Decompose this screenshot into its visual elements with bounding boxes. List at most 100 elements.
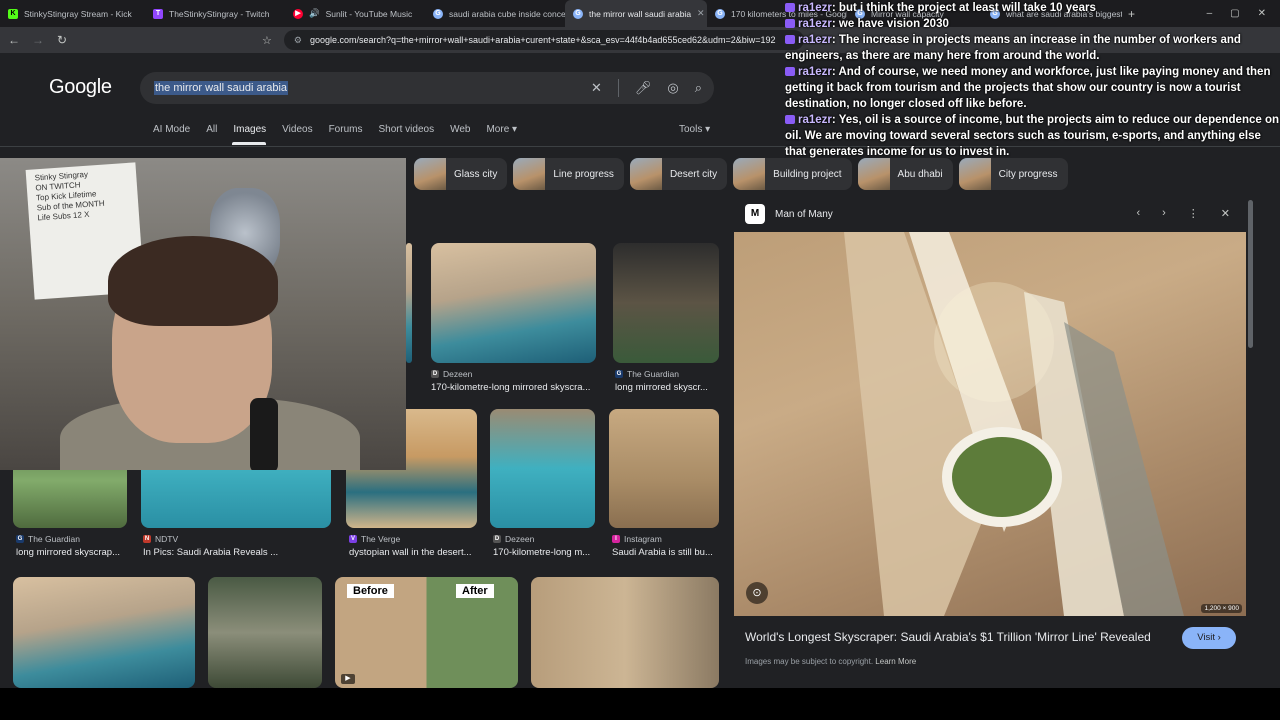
microphone-icon[interactable]: 🎤︎ [635, 80, 652, 96]
tab-twitch[interactable]: T TheStinkyStingray - Twitch [145, 0, 285, 27]
image-result-dezeen-2[interactable] [490, 409, 595, 528]
tab-label: TheStinkyStingray - Twitch [169, 8, 270, 19]
google-icon: G [573, 8, 583, 19]
image-result-row3-1[interactable] [13, 577, 195, 688]
visit-button[interactable]: Visit › [1182, 627, 1236, 649]
tab-label: saudi arabia cube inside concept [449, 8, 565, 19]
tab-kick[interactable]: K StinkyStingray Stream - Kick [0, 0, 145, 27]
result-caption[interactable]: long mirrored skyscr... [615, 382, 719, 393]
google-icon: G [433, 8, 443, 19]
instagram-icon: I [612, 535, 620, 543]
clear-icon[interactable]: ✕ [591, 80, 602, 96]
chat-text: : And of course, we need money and workf… [785, 66, 1271, 110]
result-source: V The Verge [349, 534, 401, 544]
chat-text: : we have vision 2030 [831, 18, 949, 30]
panel-scrollbar[interactable] [1248, 200, 1253, 348]
google-icon: G [715, 8, 725, 19]
search-query[interactable]: the mirror wall saudi arabia [154, 81, 289, 95]
chat-text: : The increase in projects means an incr… [785, 34, 1241, 62]
image-result-row3-2[interactable] [208, 577, 322, 688]
tab-label: Sunlit - YouTube Music [325, 8, 413, 19]
panel-source[interactable]: Man of Many [775, 209, 833, 220]
result-caption[interactable]: 170-kilometre-long mirrored skyscra... [431, 382, 596, 393]
chip-thumbnail [414, 158, 446, 190]
image-result-row3-4[interactable] [531, 577, 719, 688]
result-source: N NDTV [143, 534, 179, 544]
chat-overlay: ra1ezr: but i think the project at least… [785, 0, 1280, 160]
chat-username: ra1ezr [798, 114, 832, 126]
close-icon[interactable]: ✕ [1221, 207, 1230, 220]
panel-header: M Man of Many ‹ › ⋮ ✕ [734, 198, 1258, 230]
sub-badge-icon [785, 67, 795, 76]
tab-all[interactable]: All [206, 124, 217, 135]
twitch-icon: T [153, 8, 163, 19]
search-icon[interactable]: ⌕ [695, 80, 702, 96]
lens-icon[interactable]: ◎ [667, 80, 678, 96]
chip-city-progress[interactable]: City progress [958, 158, 1068, 190]
video-play-icon: ▶ [341, 674, 355, 684]
chat-message: ra1ezr: but i think the project at least… [785, 0, 1280, 16]
chat-message: ra1ezr: The increase in projects means a… [785, 32, 1280, 64]
result-source: G The Guardian [16, 534, 80, 544]
learn-more-link[interactable]: Learn More [875, 657, 916, 666]
chip-abu-dhabi[interactable]: Abu dhabi [857, 158, 953, 190]
image-result-before-after[interactable]: Before After ▶ [335, 577, 518, 688]
address-bar[interactable]: ⚙ google.com/search?q=the+mirror+wall+sa… [283, 30, 804, 50]
close-tab-icon[interactable]: ✕ [697, 8, 705, 19]
image-result-guardian[interactable] [613, 243, 719, 363]
tab-more[interactable]: More ▾ [486, 124, 517, 135]
image-result-dezeen[interactable] [431, 243, 596, 363]
sub-badge-icon [785, 35, 795, 44]
image-result-partial[interactable] [406, 243, 412, 363]
result-caption[interactable]: In Pics: Saudi Arabia Reveals ... [143, 547, 331, 558]
result-caption[interactable]: long mirrored skyscrap... [16, 547, 128, 558]
mirror-line-render [844, 232, 1184, 616]
tab-images[interactable]: Images [233, 124, 266, 135]
sub-badge-icon [785, 115, 795, 124]
image-preview-panel: M Man of Many ‹ › ⋮ ✕ ⊙ 1,200 × 900 Worl [734, 198, 1258, 678]
google-logo[interactable]: Google [49, 76, 112, 99]
bookmark-icon[interactable]: ☆ [262, 34, 272, 47]
chevron-left-icon[interactable]: ‹ [1136, 207, 1140, 220]
result-source: G The Guardian [615, 369, 679, 379]
site-info-icon[interactable]: ⚙ [294, 35, 302, 46]
reload-icon[interactable]: ↻ [52, 33, 72, 47]
tab-web[interactable]: Web [450, 124, 470, 135]
chip-desert-city[interactable]: Desert city [629, 158, 728, 190]
tab-short-videos[interactable]: Short videos [378, 124, 434, 135]
chip-building-project[interactable]: Building project [733, 158, 852, 190]
tab-videos[interactable]: Videos [282, 124, 312, 135]
forward-icon[interactable]: → [28, 33, 48, 47]
tab-google-mirror-wall[interactable]: G the mirror wall saudi arabia ✕ [565, 0, 707, 27]
chat-username: ra1ezr [798, 66, 832, 78]
chat-username: ra1ezr [798, 2, 832, 14]
chip-thumbnail [857, 158, 890, 190]
divider [617, 79, 619, 97]
microphone [250, 398, 278, 470]
whiteboard-text: Stinky Stingray ON TWITCH Top Kick Lifet… [34, 169, 105, 223]
tools-button[interactable]: Tools ▾ [679, 124, 710, 135]
lens-search-icon[interactable]: ⊙ [746, 582, 768, 604]
preview-image[interactable]: ⊙ 1,200 × 900 [734, 232, 1246, 616]
back-icon[interactable]: ← [4, 33, 24, 47]
more-options-icon[interactable]: ⋮ [1188, 207, 1199, 220]
chip-thumbnail [629, 158, 662, 190]
search-box[interactable]: the mirror wall saudi arabia ✕ 🎤︎ ◎ ⌕ [140, 72, 714, 104]
preview-title[interactable]: World's Longest Skyscraper: Saudi Arabia… [745, 630, 1151, 644]
image-result-instagram[interactable] [609, 409, 719, 528]
chip-label: Line progress [553, 168, 614, 180]
chip-glass-city[interactable]: Glass city [414, 158, 508, 190]
tab-ai-mode[interactable]: AI Mode [153, 124, 190, 135]
result-caption[interactable]: dystopian wall in the desert... [349, 547, 477, 558]
tab-youtube-music[interactable]: ▶ 🔊 Sunlit - YouTube Music [285, 0, 425, 27]
chevron-right-icon[interactable]: › [1162, 207, 1166, 220]
result-caption[interactable]: 170-kilometre-long m... [493, 547, 595, 558]
tab-forums[interactable]: Forums [329, 124, 363, 135]
tab-google-cube[interactable]: G saudi arabia cube inside concept [425, 0, 565, 27]
dezeen-icon: D [493, 535, 501, 543]
chat-username: ra1ezr [798, 34, 832, 46]
search-tabs: AI Mode All Images Videos Forums Short v… [153, 124, 517, 135]
chip-line-progress[interactable]: Line progress [513, 158, 624, 190]
result-caption[interactable]: Saudi Arabia is still bu... [612, 547, 719, 558]
tab-label: StinkyStingray Stream - Kick [24, 8, 132, 19]
